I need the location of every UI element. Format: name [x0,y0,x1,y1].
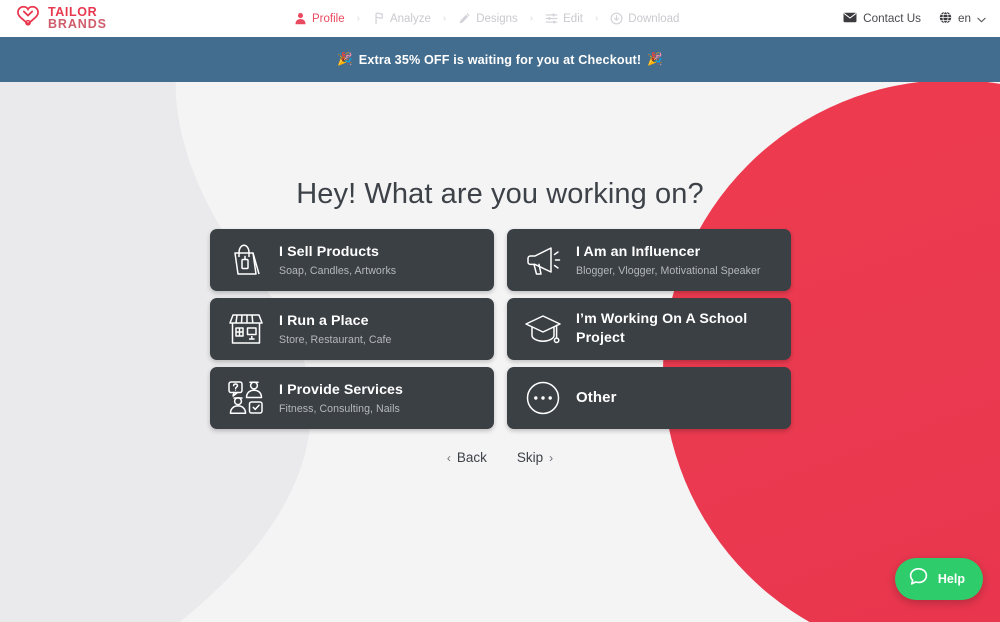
user-icon [294,12,307,25]
party-popper-icon-left: 🎉 [337,52,353,66]
tailor-brands-heart-logo-icon [14,4,42,32]
nav-item-download[interactable]: Download [610,12,679,25]
card-text-i-am-an-influencer: I Am an Influencer Blogger, Vlogger, Mot… [576,243,760,276]
nav-item-download-label: Download [628,12,680,25]
nav-item-profile-label: Profile [312,12,345,25]
nav-separator-3: › [529,13,534,24]
nav-item-edit-label: Edit [563,12,583,25]
ellipsis-circle-icon [522,377,564,419]
language-label: en [957,12,971,25]
card-title: I Run a Place [279,313,369,330]
card-i-provide-services[interactable]: I Provide Services Fitness, Consulting, … [210,367,494,429]
promo-banner[interactable]: 🎉 Extra 35% OFF is waiting for you at Ch… [0,37,1000,82]
card-title: I’m Working On A School Project [576,310,748,346]
nav-item-edit[interactable]: Edit [545,12,583,25]
storefront-icon [225,308,267,350]
card-text-i-sell-products: I Sell Products Soap, Candles, Artworks [279,243,396,276]
back-button[interactable]: ‹ Back [447,450,487,465]
chevron-down-icon [977,12,986,26]
download-icon [610,12,623,25]
graduation-cap-icon [522,308,564,350]
nav-separator-4: › [594,13,599,24]
brand-logo-line2: BRANDS [48,17,107,31]
language-selector[interactable]: en [939,10,986,27]
nav-item-designs-label: Designs [476,12,518,25]
card-title: I Provide Services [279,382,404,399]
nav-item-analyze[interactable]: Analyze [372,12,431,25]
promo-banner-text: Extra 35% OFF is waiting for you at Chec… [358,52,642,67]
site-header: TAILOR BRANDS Profile › Analyze › Design… [0,0,1000,37]
sliders-icon [545,12,558,25]
header-right-actions: Contact Us en [843,0,986,37]
progress-nav: Profile › Analyze › Designs › Edit › Dow… [294,0,679,37]
wizard-navigation: ‹ Back Skip › [0,450,1000,465]
nav-item-designs[interactable]: Designs [458,12,518,25]
category-card-grid: I Sell Products Soap, Candles, Artworks … [210,229,791,429]
chat-bubble-icon [908,566,929,592]
chevron-left-icon: ‹ [446,450,451,465]
flag-icon [372,12,385,25]
card-i-sell-products[interactable]: I Sell Products Soap, Candles, Artworks [210,229,494,291]
card-other[interactable]: Other [507,367,791,429]
card-i-run-a-place[interactable]: I Run a Place Store, Restaurant, Cafe [210,298,494,360]
globe-icon [939,10,952,27]
help-widget-button[interactable]: Help [894,558,983,600]
nav-item-analyze-label: Analyze [389,12,431,25]
shopping-bag-icon [225,239,267,281]
card-school-project[interactable]: I’m Working On A School Project [507,298,791,360]
help-widget-label: Help [937,572,965,586]
skip-button-label: Skip [516,450,544,465]
card-text-i-provide-services: I Provide Services Fitness, Consulting, … [279,381,403,414]
back-button-label: Back [456,450,487,465]
card-title: Other [576,388,617,406]
card-text-school-project: I’m Working On A School Project [576,310,791,348]
contact-us-button[interactable]: Contact Us [843,12,921,26]
card-i-am-an-influencer[interactable]: I Am an Influencer Blogger, Vlogger, Mot… [507,229,791,291]
card-title: I Am an Influencer [576,244,701,261]
card-text-i-run-a-place: I Run a Place Store, Restaurant, Cafe [279,312,391,345]
pencil-icon [458,12,471,25]
app-page: TAILOR BRANDS Profile › Analyze › Design… [0,0,1000,622]
nav-item-profile[interactable]: Profile [294,12,345,25]
contact-us-label: Contact Us [863,12,921,25]
main-content: Hey! What are you working on? I Sell Pro… [0,82,1000,622]
skip-button[interactable]: Skip › [517,450,553,465]
people-chat-icon [225,377,267,419]
card-subtitle: Store, Restaurant, Cafe [279,333,392,346]
chevron-right-icon: › [549,450,554,465]
brand-logo-text: TAILOR BRANDS [48,5,107,31]
card-subtitle: Blogger, Vlogger, Motivational Speaker [576,264,761,277]
brand-logo[interactable]: TAILOR BRANDS [14,4,107,32]
envelope-icon [843,12,857,26]
card-title: I Sell Products [279,244,380,261]
nav-separator-2: › [442,13,447,24]
card-subtitle: Fitness, Consulting, Nails [279,402,400,415]
nav-separator-1: › [356,13,360,24]
card-subtitle: Soap, Candles, Artworks [279,264,397,277]
card-text-other: Other [576,388,617,408]
party-popper-icon-right: 🎉 [647,52,663,66]
megaphone-icon [522,239,564,281]
page-title: Hey! What are you working on? [296,178,704,210]
